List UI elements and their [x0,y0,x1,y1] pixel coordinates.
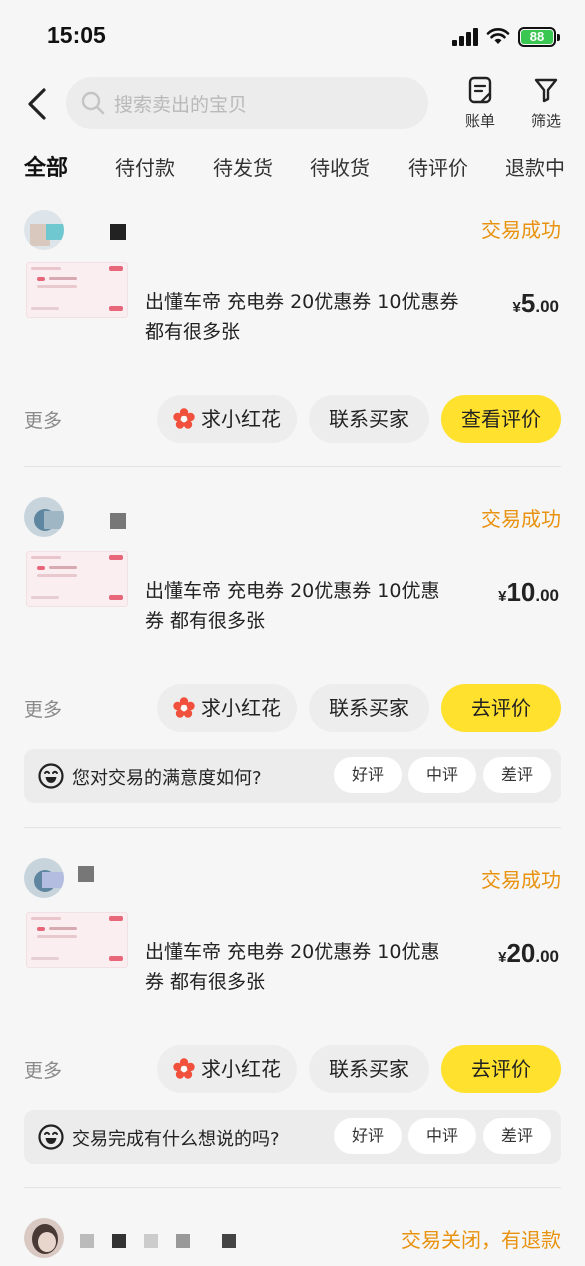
buyer-name-redacted [112,1234,126,1248]
good-rating-button[interactable]: 好评 [334,757,402,793]
back-arrow-icon[interactable] [20,84,56,124]
smiley-icon [38,763,64,789]
buyer-name-redacted [80,1234,94,1248]
tab-all[interactable]: 全部 [24,150,77,184]
bad-rating-button[interactable]: 差评 [483,757,551,793]
order-status: 交易成功 [481,218,561,242]
product-title[interactable]: 出懂车帝 充电券 20优惠券 10优惠 券 都有很多张 [145,937,439,997]
tab-to-ship[interactable]: 待发货 [213,152,273,181]
divider [24,466,561,467]
filter-icon [534,78,558,103]
view-review-button[interactable]: 查看评价 [441,395,561,443]
smiley-icon [38,1124,64,1150]
product-thumbnail[interactable] [26,912,128,968]
status-time: 15:05 [47,22,106,48]
filter-label: 筛选 [530,112,561,130]
more-button[interactable]: 更多 [24,406,62,433]
wifi-icon [486,28,510,44]
product-thumbnail[interactable] [26,551,128,607]
tab-refunding[interactable]: 退款中 [505,152,565,181]
order-status: 交易关闭，有退款 [401,1228,561,1252]
order-status: 交易成功 [481,507,561,531]
more-button[interactable]: 更多 [24,1056,62,1083]
buyer-avatar[interactable] [24,858,64,898]
bill-icon [468,76,492,104]
buyer-name-redacted [222,1234,236,1248]
order-price: ¥10.00 [498,577,559,607]
red-flower-icon [173,407,195,429]
search-icon [81,91,105,115]
contact-buyer-button[interactable]: 联系买家 [309,395,429,443]
neutral-rating-button[interactable]: 中评 [408,757,476,793]
write-review-button[interactable]: 去评价 [441,1045,561,1093]
buyer-name-redacted [78,866,94,882]
more-button[interactable]: 更多 [24,695,62,722]
rating-question: 交易完成有什么想说的吗? [72,1129,280,1150]
battery-icon: 88 [518,27,560,47]
ask-flower-button[interactable]: 求小红花 [157,1045,297,1093]
ask-flower-button[interactable]: 求小红花 [157,684,297,732]
bill-label: 账单 [464,112,495,130]
buyer-name-redacted [110,513,126,529]
buyer-name-redacted [110,224,126,240]
buyer-avatar[interactable] [24,210,64,250]
order-price: ¥20.00 [498,938,559,968]
ask-flower-button[interactable]: 求小红花 [157,395,297,443]
order-price: ¥5.00 [512,288,559,318]
tab-to-receive[interactable]: 待收货 [310,152,370,181]
rating-prompt: 您对交易的满意度如何? 好评 中评 差评 [24,749,561,803]
order-status: 交易成功 [481,868,561,892]
product-title[interactable]: 出懂车帝 充电券 20优惠券 10优惠券 都有很多张 [145,287,458,347]
buyer-avatar[interactable] [24,497,64,537]
divider [24,827,561,828]
battery-level: 88 [521,30,553,44]
red-flower-icon [173,696,195,718]
search-placeholder: 搜索卖出的宝贝 [114,94,248,116]
buyer-name-redacted [144,1234,158,1248]
filter-button[interactable]: 筛选 [521,76,571,132]
bad-rating-button[interactable]: 差评 [483,1118,551,1154]
contact-buyer-button[interactable]: 联系买家 [309,684,429,732]
divider [24,1187,561,1188]
bill-button[interactable]: 账单 [455,76,505,132]
contact-buyer-button[interactable]: 联系买家 [309,1045,429,1093]
cellular-signal-icon [452,28,480,46]
product-thumbnail[interactable] [26,262,128,318]
rating-question: 您对交易的满意度如何? [72,768,262,789]
tab-to-review[interactable]: 待评价 [408,152,468,181]
red-flower-icon [173,1057,195,1079]
search-input[interactable]: 搜索卖出的宝贝 [66,77,428,129]
buyer-name-redacted [176,1234,190,1248]
tab-pending-payment[interactable]: 待付款 [115,152,175,181]
neutral-rating-button[interactable]: 中评 [408,1118,476,1154]
write-review-button[interactable]: 去评价 [441,684,561,732]
buyer-avatar[interactable] [24,1218,64,1258]
order-tabs: 全部 待付款 待发货 待收货 待评价 退款中 [0,148,585,188]
good-rating-button[interactable]: 好评 [334,1118,402,1154]
rating-prompt: 交易完成有什么想说的吗? 好评 中评 差评 [24,1110,561,1164]
status-bar: 15:05 88 [0,0,585,70]
product-title[interactable]: 出懂车帝 充电券 20优惠券 10优惠 券 都有很多张 [145,576,439,636]
